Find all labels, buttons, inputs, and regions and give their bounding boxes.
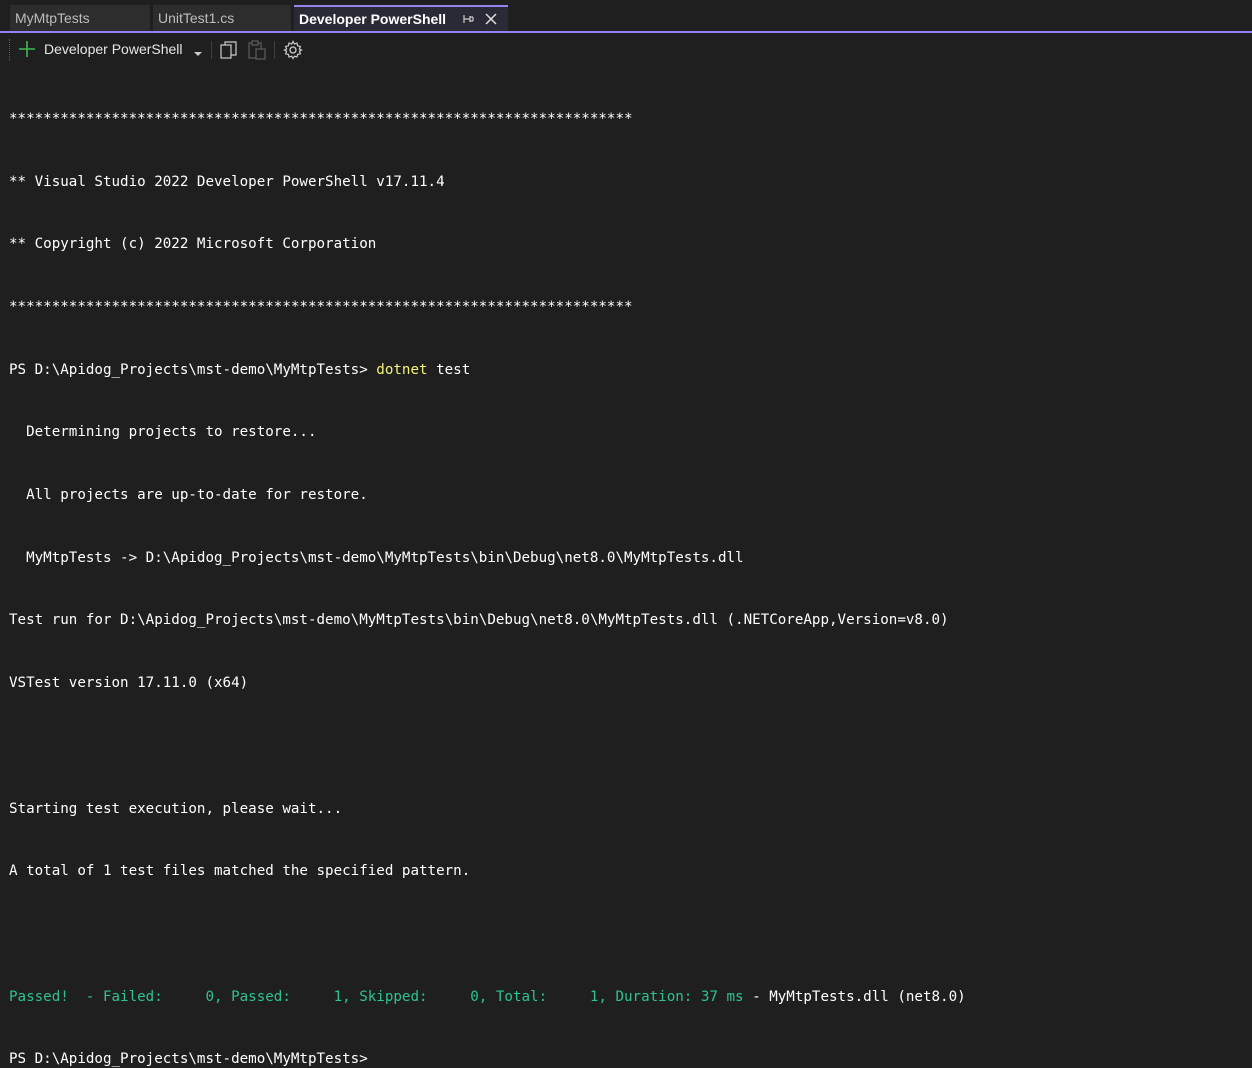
- toolbar-separator: [211, 41, 212, 59]
- document-tab-bar: MyMtpTests UnitTest1.cs Developer PowerS…: [0, 0, 1252, 33]
- output-line: MyMtpTests -> D:\Apidog_Projects\mst-dem…: [9, 549, 744, 566]
- tab-label: UnitTest1.cs: [158, 10, 235, 26]
- tab-unittest1[interactable]: UnitTest1.cs: [153, 5, 291, 31]
- test-result-line: Passed! - Failed: 0, Passed: 1, Skipped:…: [9, 987, 1245, 1008]
- banner-line: ** Visual Studio 2022 Developer PowerShe…: [9, 173, 445, 190]
- toolbar-grip[interactable]: [9, 39, 12, 61]
- chevron-down-icon[interactable]: [193, 45, 203, 56]
- new-terminal-button[interactable]: Developer PowerShell: [44, 39, 183, 59]
- command-name: dotnet: [376, 361, 428, 378]
- tab-label: MyMtpTests: [15, 10, 90, 26]
- copy-icon[interactable]: [218, 39, 240, 61]
- tab-label: Developer PowerShell: [299, 11, 447, 27]
- output-line: Test run for D:\Apidog_Projects\mst-demo…: [9, 612, 949, 629]
- output-line: A total of 1 test files matched the spec…: [9, 863, 471, 880]
- output-line: VSTest version 17.11.0 (x64): [9, 675, 249, 692]
- test-result-summary: Passed! - Failed: 0, Passed: 1, Skipped:…: [9, 988, 744, 1005]
- prompt-line: PS D:\Apidog_Projects\mst-demo\MyMtpTest…: [9, 1051, 368, 1068]
- test-result-target: - MyMtpTests.dll (net8.0): [743, 988, 966, 1005]
- output-line: Starting test execution, please wait...: [9, 800, 343, 817]
- banner-border: ****************************************…: [9, 298, 633, 315]
- command-args: test: [427, 361, 471, 378]
- command-line: PS D:\Apidog_Projects\mst-demo\MyMtpTest…: [9, 360, 1245, 381]
- prompt: PS D:\Apidog_Projects\mst-demo\MyMtpTest…: [9, 361, 377, 378]
- toolbar-separator: [274, 41, 275, 59]
- banner-line: ** Copyright (c) 2022 Microsoft Corporat…: [9, 236, 377, 253]
- pin-icon[interactable]: [461, 7, 475, 31]
- tab-mymtptests[interactable]: MyMtpTests: [10, 5, 150, 31]
- terminal-output[interactable]: ****************************************…: [9, 67, 1245, 1068]
- output-line: Determining projects to restore...: [9, 424, 317, 441]
- plus-icon[interactable]: [17, 39, 37, 59]
- tab-developer-powershell[interactable]: Developer PowerShell: [294, 5, 508, 31]
- close-icon[interactable]: [484, 7, 498, 31]
- paste-icon[interactable]: [246, 39, 268, 61]
- output-line: All projects are up-to-date for restore.: [9, 487, 368, 504]
- banner-border: ****************************************…: [9, 110, 633, 127]
- gear-icon[interactable]: [282, 39, 304, 61]
- terminal-toolbar: Developer PowerShell: [0, 33, 1252, 66]
- terminal-scrollbar[interactable]: [1246, 67, 1252, 534]
